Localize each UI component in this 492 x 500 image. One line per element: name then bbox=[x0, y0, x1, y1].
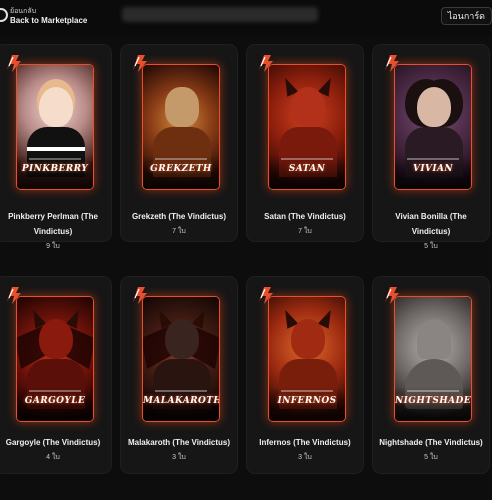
card-name: MALAKAROTH bbox=[143, 396, 220, 406]
card-name: PINKBERRY bbox=[21, 164, 89, 174]
brand-logo-icon bbox=[133, 287, 147, 304]
card-title: Gargoyle (The Vindictus) bbox=[5, 438, 101, 447]
card-title: Satan (The Vindictus) bbox=[264, 212, 346, 221]
brand-logo-icon bbox=[7, 55, 21, 72]
back-label: Back to Marketplace bbox=[10, 16, 88, 26]
card-tile[interactable]: SATAN Satan (The Vindictus) 7 ใบ bbox=[246, 44, 364, 242]
card-title: Vivian Bonilla (The Vindictus) bbox=[395, 212, 467, 237]
card-image: GARGOYLE bbox=[16, 296, 94, 422]
card-name: GREKZETH bbox=[150, 164, 212, 174]
card-count: 3 ใบ bbox=[298, 454, 312, 462]
back-arrow-icon[interactable] bbox=[0, 8, 8, 22]
brand-logo-icon bbox=[7, 287, 21, 304]
card-tile[interactable]: INFERNOS Infernos (The Vindictus) 3 ใบ bbox=[246, 276, 364, 474]
top-bar: ย้อนกลับ Back to Marketplace ไอนการ์ด bbox=[0, 0, 492, 36]
brand-logo-icon bbox=[259, 55, 273, 72]
card-image: MALAKAROTH bbox=[142, 296, 220, 422]
card-tile[interactable]: GREKZETH Grekzeth (The Vindictus) 7 ใบ bbox=[120, 44, 238, 242]
card-tile[interactable]: PINKBERRY Pinkberry Perlman (The Vindict… bbox=[0, 44, 112, 250]
card-title: Grekzeth (The Vindictus) bbox=[131, 212, 227, 221]
card-count: 3 ใบ bbox=[172, 454, 186, 462]
card-name: INFERNOS bbox=[277, 396, 337, 406]
card-name: SATAN bbox=[288, 164, 326, 174]
card-title: Malakaroth (The Vindictus) bbox=[127, 438, 231, 447]
card-tile[interactable]: GARGOYLE Gargoyle (The Vindictus) 4 ใบ bbox=[0, 276, 112, 474]
brand-logo-icon bbox=[385, 287, 399, 304]
card-tile[interactable]: MALAKAROTH Malakaroth (The Vindictus) 3 … bbox=[120, 276, 238, 474]
card-image: VIVIAN bbox=[394, 64, 472, 190]
card-name: NIGHTSHADE bbox=[395, 396, 471, 406]
card-count: 5 ใบ bbox=[424, 454, 438, 462]
card-count: 7 ใบ bbox=[172, 228, 186, 236]
card-count: 5 ใบ bbox=[424, 243, 438, 251]
back-label-thai: ย้อนกลับ bbox=[10, 8, 37, 15]
card-name: VIVIAN bbox=[413, 164, 453, 174]
card-title: Infernos (The Vindictus) bbox=[259, 438, 351, 447]
card-image: PINKBERRY bbox=[16, 64, 94, 190]
card-image: INFERNOS bbox=[268, 296, 346, 422]
card-count: 7 ใบ bbox=[298, 228, 312, 236]
card-tile[interactable]: NIGHTSHADE Nightshade (The Vindictus) 5 … bbox=[372, 276, 490, 474]
blurred-title bbox=[122, 7, 318, 22]
card-title: Nightshade (The Vindictus) bbox=[379, 438, 483, 447]
card-image: NIGHTSHADE bbox=[394, 296, 472, 422]
back-to-marketplace-link[interactable]: ย้อนกลับ Back to Marketplace bbox=[10, 8, 87, 25]
card-tile[interactable]: VIVIAN Vivian Bonilla (The Vindictus) 5 … bbox=[372, 44, 490, 250]
card-image: GREKZETH bbox=[142, 64, 220, 190]
card-title: Pinkberry Perlman (The Vindictus) bbox=[8, 212, 98, 237]
card-count: 9 ใบ bbox=[46, 243, 60, 251]
card-image: SATAN bbox=[268, 64, 346, 190]
brand-logo-icon bbox=[133, 55, 147, 72]
brand-logo-icon bbox=[385, 55, 399, 72]
my-cards-button[interactable]: ไอนการ์ด bbox=[440, 7, 492, 25]
brand-logo-icon bbox=[259, 287, 273, 304]
card-count: 4 ใบ bbox=[46, 454, 60, 462]
card-name: GARGOYLE bbox=[24, 396, 86, 406]
